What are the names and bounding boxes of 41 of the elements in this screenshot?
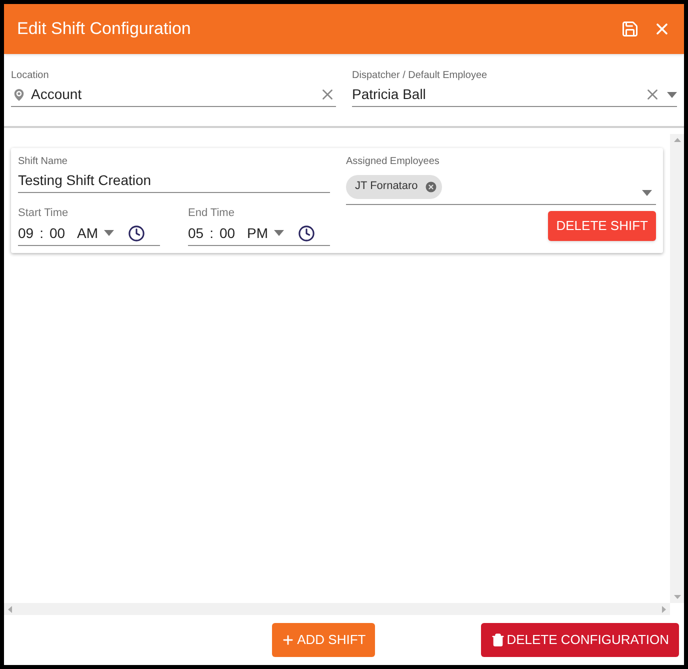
- field-label: Dispatcher / Default Employee: [352, 69, 488, 83]
- remove-chip-icon[interactable]: [424, 180, 438, 194]
- time-separator: :: [40, 224, 44, 242]
- period-value: PM: [247, 224, 268, 242]
- hour-value: 09: [18, 224, 34, 242]
- field-label: End Time: [188, 206, 236, 221]
- scroll-right-icon[interactable]: [662, 606, 666, 612]
- window-title: Edit Shift Configuration: [17, 18, 192, 40]
- location-pin-icon: [11, 86, 27, 102]
- period-value: AM: [77, 224, 98, 242]
- minute-value: 00: [219, 224, 236, 242]
- trash-icon: [490, 633, 505, 647]
- delete-shift-button[interactable]: DELETE SHIFT: [548, 211, 656, 241]
- time-field[interactable]: 09 : 00 AM: [18, 222, 160, 246]
- field-label: Location: [11, 69, 50, 83]
- field-label: Start Time: [18, 206, 70, 221]
- vertical-scrollbar[interactable]: [670, 134, 684, 603]
- clock-icon[interactable]: [128, 224, 146, 242]
- dropdown-caret-icon[interactable]: [642, 190, 652, 196]
- dispatcher-field[interactable]: Patricia Ball: [352, 83, 677, 107]
- time-separator: :: [210, 224, 214, 242]
- location-field[interactable]: Account: [11, 83, 336, 107]
- minute-value: 00: [49, 224, 66, 242]
- scroll-down-icon[interactable]: [674, 595, 680, 599]
- field-label: Shift Name: [18, 155, 68, 169]
- field-label: Assigned Employees: [346, 155, 440, 169]
- scroll-left-icon[interactable]: [8, 606, 12, 612]
- dropdown-caret-icon[interactable]: [667, 92, 677, 98]
- time-field[interactable]: 05 : 00 PM: [188, 222, 330, 246]
- shift-name-field[interactable]: Testing Shift Creation: [18, 169, 330, 193]
- scroll-up-icon[interactable]: [674, 138, 680, 142]
- clock-icon[interactable]: [298, 224, 316, 242]
- save-icon[interactable]: [621, 20, 639, 38]
- delete-configuration-button[interactable]: DELETE CONFIGURATION: [480, 623, 679, 657]
- dropdown-caret-icon[interactable]: [104, 230, 114, 236]
- employee-chip[interactable]: JT Fornataro: [346, 174, 442, 198]
- horizontal-scrollbar[interactable]: [4, 603, 670, 615]
- employees-field[interactable]: JT Fornataro: [346, 169, 656, 205]
- dropdown-caret-icon[interactable]: [274, 230, 284, 236]
- plus-icon: [281, 633, 296, 647]
- hour-value: 05: [188, 224, 204, 242]
